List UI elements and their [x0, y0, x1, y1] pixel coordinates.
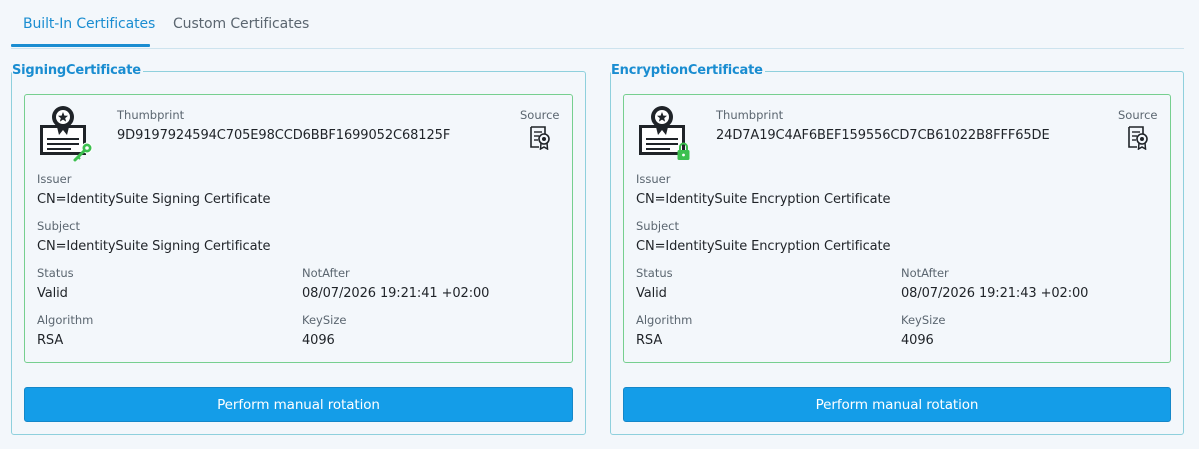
encryption-certificate-panel: EncryptionCertificate Thumbprint 24D7A19… — [610, 62, 1184, 435]
subject-value: CN=IdentitySuite Signing Certificate — [37, 239, 271, 254]
keysize-value: 4096 — [302, 333, 335, 348]
thumbprint-label: Thumbprint — [716, 108, 784, 122]
certificate-tabs: Built-In Certificates Custom Certificate… — [11, 0, 1184, 49]
issuer-label: Issuer — [37, 172, 72, 186]
tab-built-in-certificates[interactable]: Built-In Certificates — [23, 16, 155, 32]
notafter-label: NotAfter — [901, 266, 949, 280]
issuer-value: CN=IdentitySuite Signing Certificate — [37, 192, 271, 207]
certificate-details-card: Thumbprint 9D9197924594C705E98CCD6BBF169… — [24, 94, 573, 363]
source-label: Source — [520, 108, 560, 122]
status-label: Status — [636, 266, 673, 280]
active-tab-indicator — [11, 44, 150, 47]
perform-manual-rotation-button[interactable]: Perform manual rotation — [24, 387, 573, 422]
thumbprint-label: Thumbprint — [117, 108, 185, 122]
notafter-value: 08/07/2026 19:21:43 +02:00 — [901, 286, 1089, 301]
perform-manual-rotation-button[interactable]: Perform manual rotation — [623, 387, 1171, 422]
issuer-value: CN=IdentitySuite Encryption Certificate — [636, 192, 891, 207]
source-label: Source — [1118, 108, 1158, 122]
subject-value: CN=IdentitySuite Encryption Certificate — [636, 239, 891, 254]
issuer-label: Issuer — [636, 172, 671, 186]
notafter-label: NotAfter — [302, 266, 350, 280]
keysize-label: KeySize — [901, 313, 946, 327]
status-label: Status — [37, 266, 74, 280]
certificate-lock-icon — [639, 106, 690, 160]
signing-certificate-panel: SigningCertificate Thumbprint 9D91979245… — [11, 62, 586, 435]
keysize-value: 4096 — [901, 333, 934, 348]
algorithm-label: Algorithm — [37, 313, 94, 327]
certificate-source-icon[interactable] — [1127, 126, 1149, 150]
algorithm-value: RSA — [37, 333, 64, 348]
keysize-label: KeySize — [302, 313, 347, 327]
status-value: Valid — [636, 286, 667, 301]
certificate-source-icon[interactable] — [529, 126, 551, 150]
certificate-details-card: Thumbprint 24D7A19C4AF6BEF159556CD7CB610… — [623, 94, 1171, 363]
algorithm-label: Algorithm — [636, 313, 693, 327]
panel-title: EncryptionCertificate — [611, 62, 765, 80]
tab-custom-certificates[interactable]: Custom Certificates — [173, 16, 309, 32]
certificate-key-icon — [40, 106, 93, 162]
status-value: Valid — [37, 286, 68, 301]
panel-title: SigningCertificate — [12, 62, 143, 80]
notafter-value: 08/07/2026 19:21:41 +02:00 — [302, 286, 490, 301]
thumbprint-value: 24D7A19C4AF6BEF159556CD7CB61022B8FFF65DE — [716, 128, 1050, 143]
subject-label: Subject — [37, 219, 80, 233]
algorithm-value: RSA — [636, 333, 663, 348]
subject-label: Subject — [636, 219, 679, 233]
thumbprint-value: 9D9197924594C705E98CCD6BBF1699052C68125F — [117, 128, 451, 143]
